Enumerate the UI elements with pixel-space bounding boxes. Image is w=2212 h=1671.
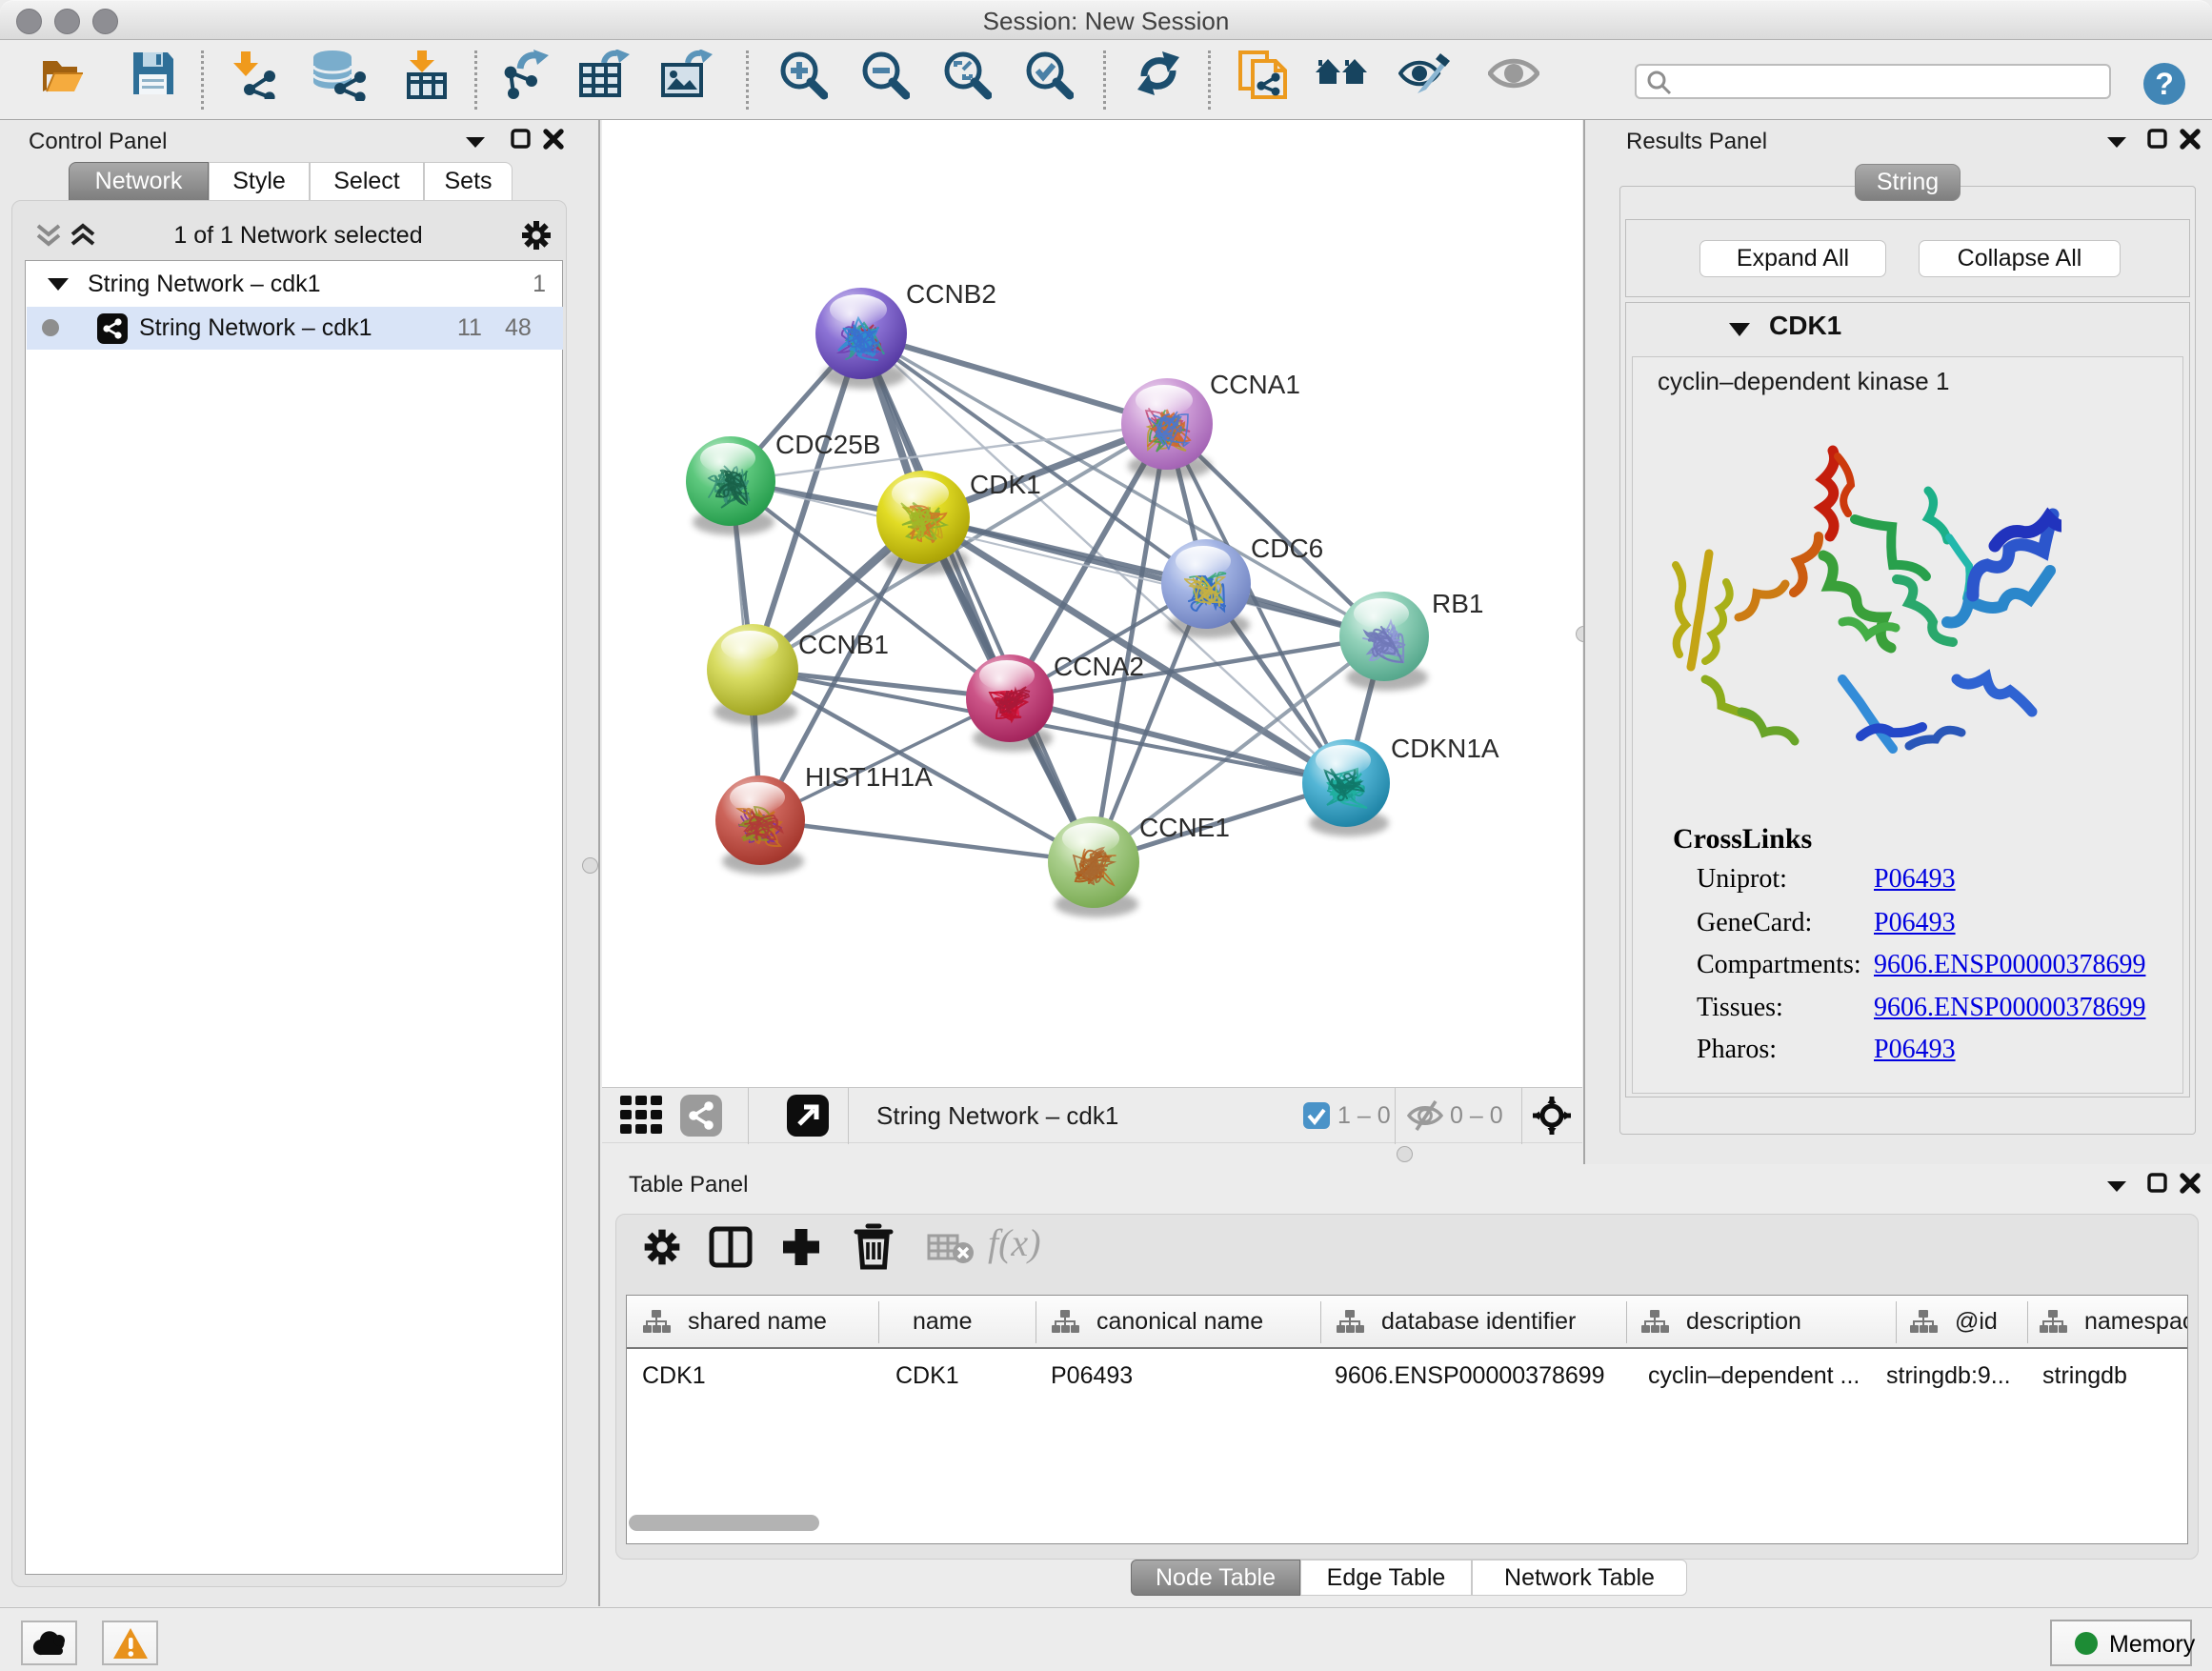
svg-text:CCNB1: CCNB1 <box>798 630 889 659</box>
svg-text:CCNE1: CCNE1 <box>1139 813 1230 842</box>
svg-text:CCNA2: CCNA2 <box>1054 652 1144 681</box>
svg-text:CDC25B: CDC25B <box>775 430 880 459</box>
svg-text:CDC6: CDC6 <box>1251 534 1323 563</box>
svg-text:CCNA1: CCNA1 <box>1210 370 1300 399</box>
svg-text:CDKN1A: CDKN1A <box>1391 734 1499 763</box>
svg-text:CCNB2: CCNB2 <box>906 279 996 309</box>
svg-text:HIST1H1A: HIST1H1A <box>805 762 933 792</box>
svg-text:CDK1: CDK1 <box>970 470 1041 499</box>
svg-text:?: ? <box>2155 67 2174 101</box>
svg-text:RB1: RB1 <box>1432 589 1483 618</box>
